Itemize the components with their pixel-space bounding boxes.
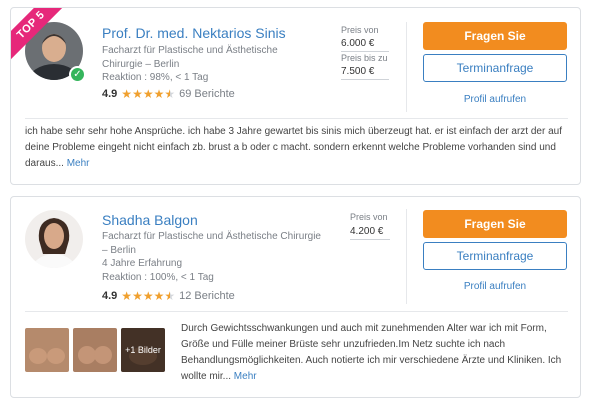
ask-button[interactable]: Fragen Sie [423,210,567,238]
star-icon: ★ [132,289,143,303]
doctor-card: TOP 5 ✓ Prof. Dr. med. Nektarios Sinis F… [10,7,581,185]
profile-link[interactable]: Profil aufrufen [423,94,567,105]
doctor-name[interactable]: Shadha Balgon [102,212,198,228]
rating-stars: ★ ★ ★ ★ ★ [121,290,175,302]
reaction-rate: Reaktion : 98%, < 1 Tag [102,72,209,83]
star-icon: ★ [153,289,165,303]
avatar[interactable] [25,210,83,268]
rating-row: 4.9 ★ ★ ★ ★ ★ 69 Berichte [102,88,235,100]
rating-score: 4.9 [102,88,118,100]
appointment-button[interactable]: Terminanfrage [423,54,567,82]
star-icon: ★ [121,87,133,101]
gallery-thumbnail[interactable] [73,328,117,372]
star-icon: ★ [142,289,154,303]
divider [406,22,407,112]
rating-row: 4.9 ★ ★ ★ ★ ★ 12 Berichte [102,290,235,302]
rating-stars: ★ ★ ★ ★ ★ [121,88,175,100]
price-from-value: 6.000 € [341,38,389,52]
review-text: ich habe sehr sehr hohe Ansprüche. ich h… [25,124,565,172]
price-to-label: Preis bis zu [341,53,388,63]
doctor-specialty: Facharzt für Plastische und Ästhetische … [102,45,278,70]
star-icon: ★ [153,87,165,101]
divider [406,209,407,304]
verified-check-icon: ✓ [69,66,86,83]
more-images-label: +1 Bilder [121,328,165,372]
review-body: ich habe sehr sehr hohe Ansprüche. ich h… [25,126,562,169]
star-icon: ★ [121,289,133,303]
appointment-button[interactable]: Terminanfrage [423,242,567,270]
half-star-icon: ★ [164,289,176,303]
rating-score: 4.9 [102,290,118,302]
price-value: 4.200 € [350,226,390,240]
doctor-specialty: Facharzt für Plastische und Ästhetische … [102,231,321,256]
more-link[interactable]: Mehr [67,158,90,169]
doctor-card: Shadha Balgon Facharzt für Plastische un… [10,196,581,398]
review-count[interactable]: 12 Berichte [179,290,235,302]
divider [25,311,568,312]
ask-button[interactable]: Fragen Sie [423,22,567,50]
gallery-thumbnail[interactable] [25,328,69,372]
profile-link[interactable]: Profil aufrufen [423,281,567,292]
price-from-label: Preis von [341,25,379,35]
star-icon: ★ [142,87,154,101]
price-label: Preis von [350,212,388,222]
gallery-thumbnail-more[interactable]: +1 Bilder [121,328,165,372]
price-to-value: 7.500 € [341,66,389,80]
star-icon: ★ [132,87,143,101]
experience: 4 Jahre Erfahrung [102,258,183,269]
review-text: Durch Gewichtsschwankungen und auch mit … [181,321,573,385]
reaction-rate: Reaktion : 100%, < 1 Tag [102,272,214,283]
doctor-name[interactable]: Prof. Dr. med. Nektarios Sinis [102,25,286,41]
divider [25,118,568,119]
more-link[interactable]: Mehr [234,371,257,382]
half-star-icon: ★ [164,87,176,101]
review-count[interactable]: 69 Berichte [179,88,235,100]
